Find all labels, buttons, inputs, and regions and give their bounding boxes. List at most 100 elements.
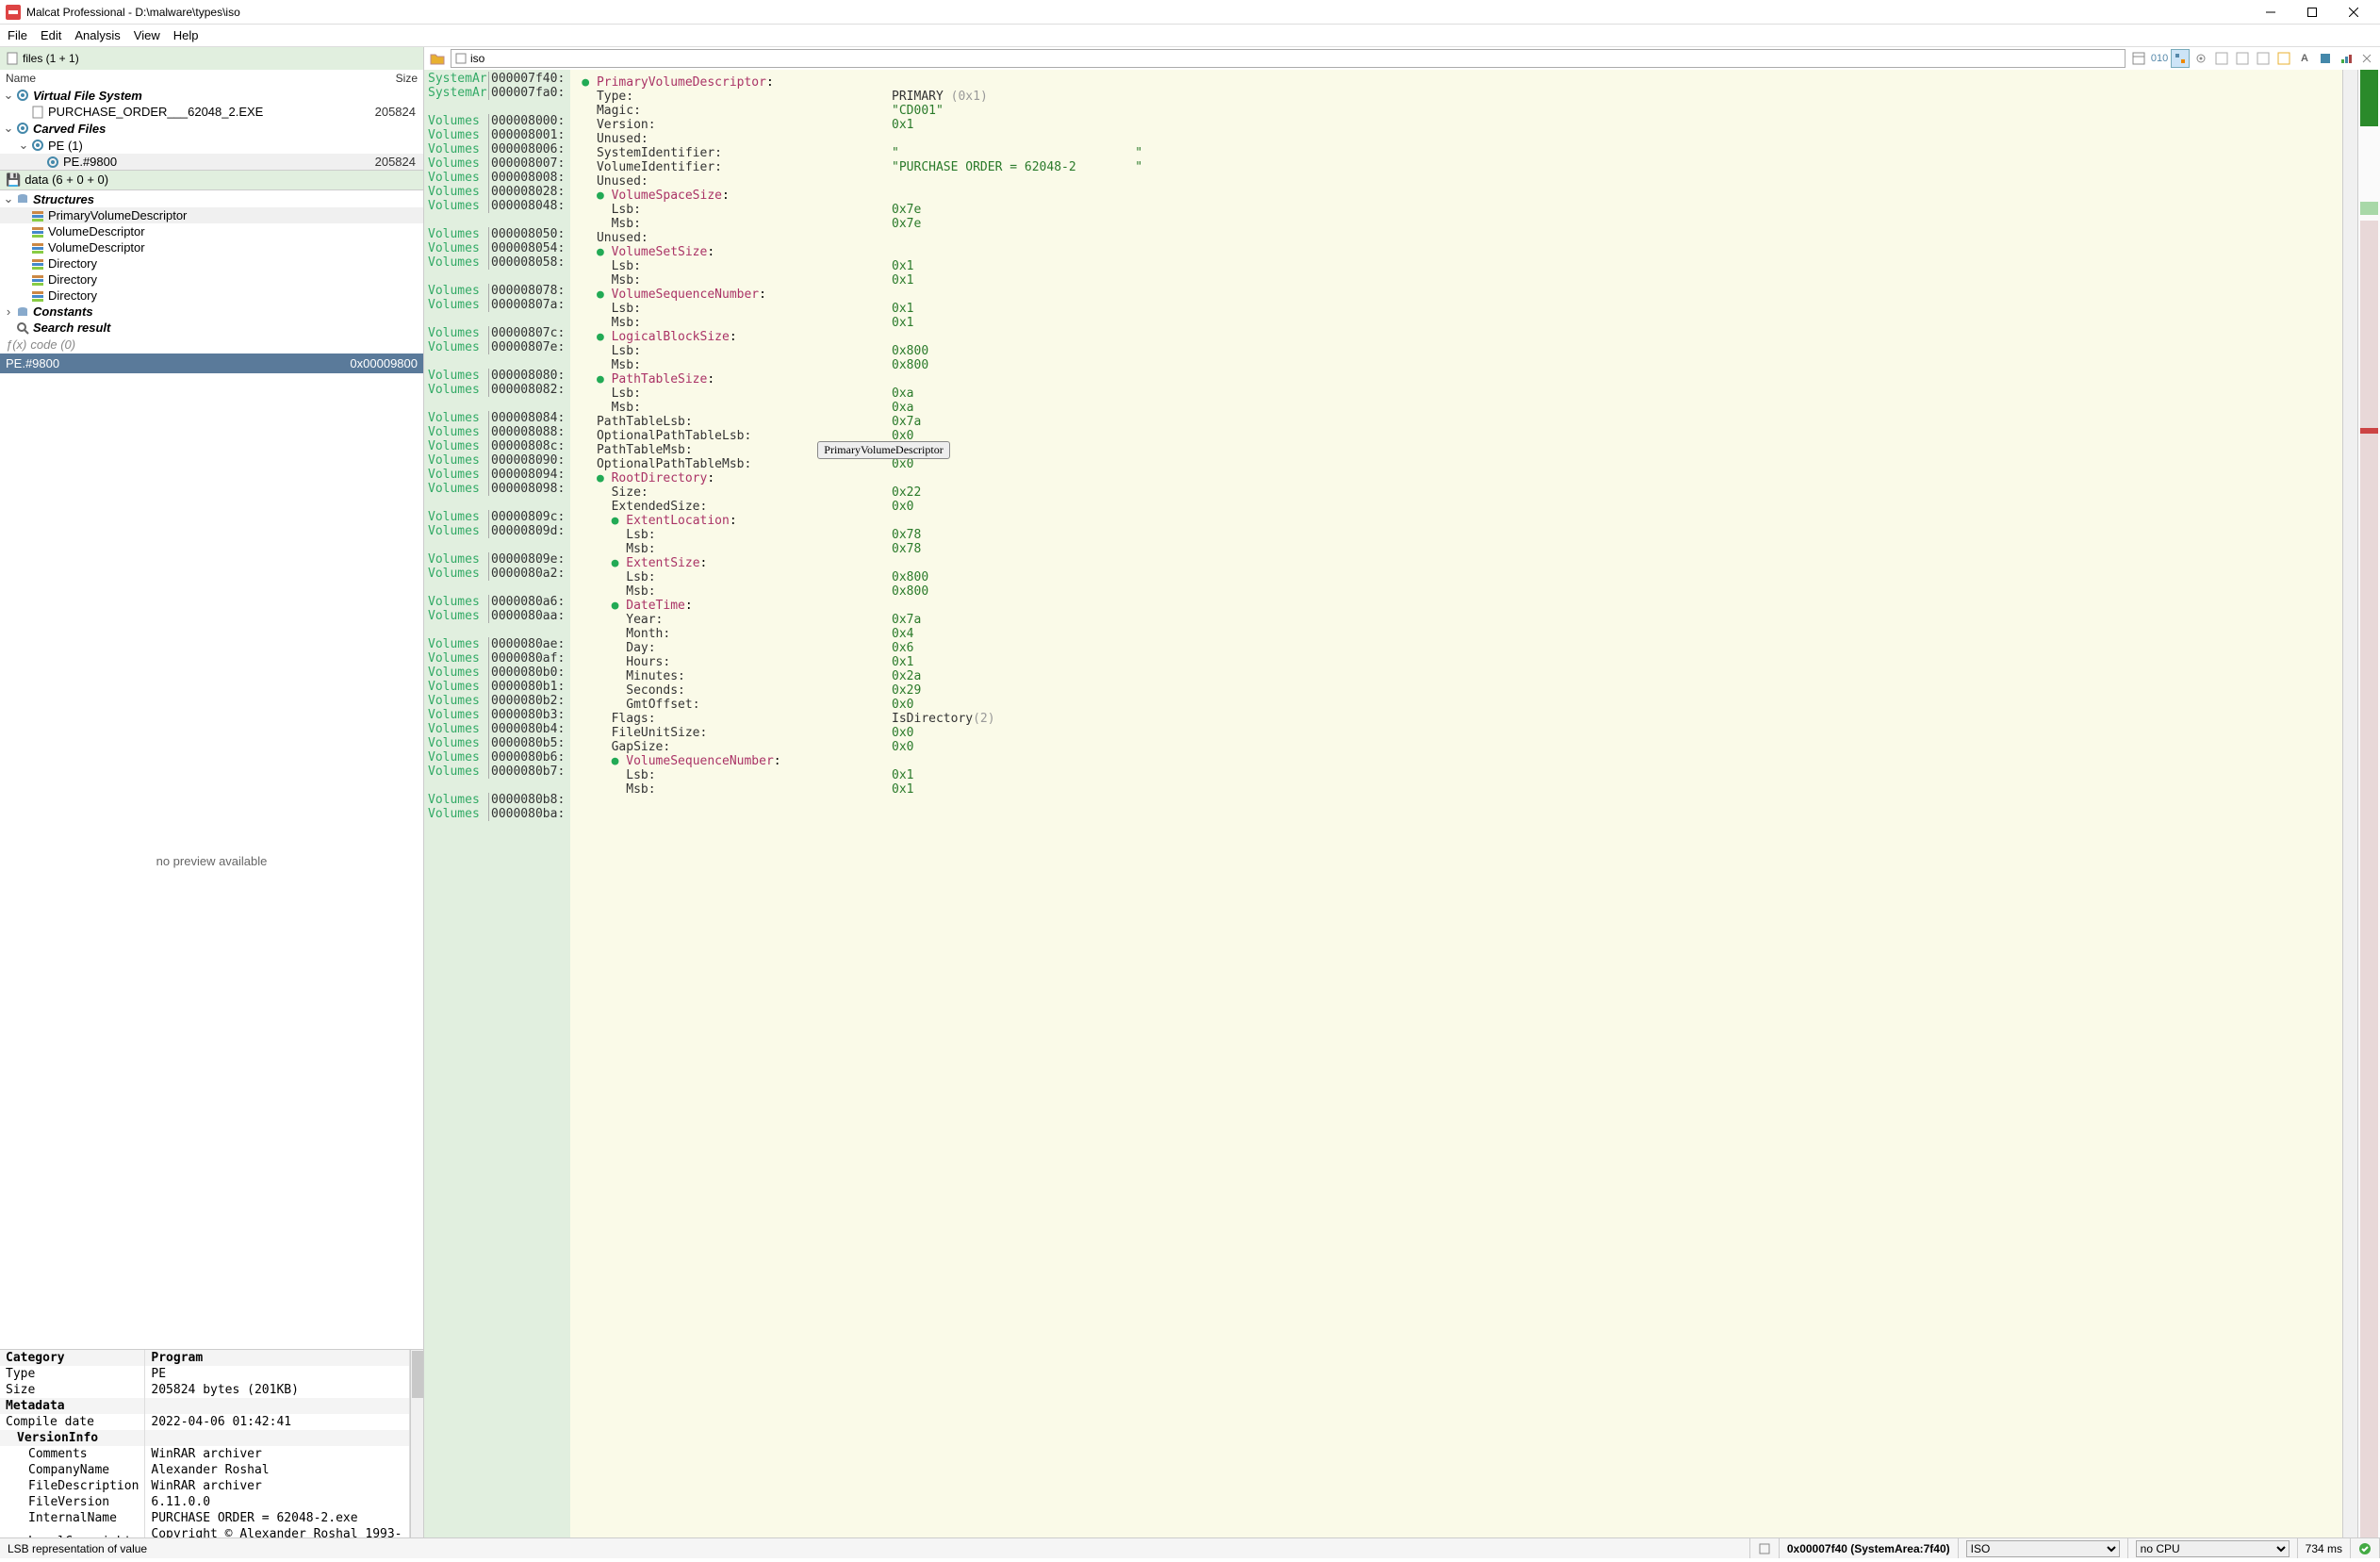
tree-item[interactable]: VolumeDescriptor — [0, 223, 423, 239]
struct-detail[interactable]: ● PrimaryVolumeDescriptor: Type: PRIMARY… — [570, 70, 2342, 1537]
struct-line[interactable]: Msb: 0x1 — [582, 782, 2331, 797]
minimize-button[interactable] — [2250, 0, 2291, 25]
struct-line[interactable]: Month: 0x4 — [582, 627, 2331, 641]
tool-strings-icon[interactable] — [2316, 49, 2335, 68]
status-format[interactable]: ISO — [1959, 1538, 2128, 1558]
minimap[interactable] — [2357, 70, 2380, 1537]
struct-line[interactable]: ● LogicalBlockSize: — [582, 330, 2331, 344]
menu-file[interactable]: File — [8, 28, 27, 42]
expander-icon[interactable]: › — [2, 304, 15, 319]
tool-view4-icon[interactable] — [2274, 49, 2293, 68]
struct-line[interactable]: Msb: 0x78 — [582, 542, 2331, 556]
struct-line[interactable]: Lsb: 0x800 — [582, 570, 2331, 584]
tree-item[interactable]: VolumeDescriptor — [0, 239, 423, 255]
struct-line[interactable]: Flags: IsDirectory(2) — [582, 712, 2331, 726]
tool-view1-icon[interactable] — [2212, 49, 2231, 68]
path-input[interactable]: iso — [451, 49, 2126, 68]
status-cpu[interactable]: no CPU — [2128, 1538, 2298, 1558]
struct-line[interactable]: ● VolumeSetSize: — [582, 245, 2331, 259]
tree-item[interactable]: PrimaryVolumeDescriptor — [0, 207, 423, 223]
tool-view2-icon[interactable] — [2233, 49, 2252, 68]
struct-line[interactable]: PathTableLsb: 0x7a — [582, 415, 2331, 429]
struct-line[interactable]: Lsb: 0xa — [582, 386, 2331, 401]
tree-item[interactable]: ⌄PE (1) — [0, 137, 423, 154]
tree-item[interactable]: ⌄Carved Files — [0, 120, 423, 137]
struct-line[interactable]: Magic: "CD001" — [582, 104, 2331, 118]
struct-line[interactable]: Lsb: 0x1 — [582, 259, 2331, 273]
struct-line[interactable]: Minutes: 0x2a — [582, 669, 2331, 683]
struct-line[interactable]: Seconds: 0x29 — [582, 683, 2331, 698]
struct-line[interactable]: FileUnitSize: 0x0 — [582, 726, 2331, 740]
struct-line[interactable]: OptionalPathTableMsb: 0x0 — [582, 457, 2331, 471]
struct-line[interactable]: Msb: 0x7e — [582, 217, 2331, 231]
menu-analysis[interactable]: Analysis — [74, 28, 120, 42]
tool-close-icon[interactable] — [2357, 49, 2376, 68]
struct-line[interactable]: Unused: — [582, 174, 2331, 189]
code-row[interactable]: ƒ(x)code (0) — [0, 336, 423, 354]
struct-line[interactable]: Msb: 0xa — [582, 401, 2331, 415]
struct-line[interactable]: Msb: 0x1 — [582, 273, 2331, 288]
menu-view[interactable]: View — [134, 28, 160, 42]
struct-line[interactable]: Msb: 0x1 — [582, 316, 2331, 330]
struct-line[interactable]: Msb: 0x800 — [582, 584, 2331, 599]
data-tree[interactable]: ⌄StructuresPrimaryVolumeDescriptorVolume… — [0, 190, 423, 336]
tool-struct-icon[interactable] — [2171, 49, 2190, 68]
menu-help[interactable]: Help — [173, 28, 199, 42]
expander-icon[interactable]: ⌄ — [2, 121, 15, 136]
tree-item[interactable]: PE.#9800205824 — [0, 154, 423, 170]
struct-line[interactable]: Type: PRIMARY (0x1) — [582, 90, 2331, 104]
status-zoom-icon[interactable] — [1750, 1538, 1780, 1558]
tool-hex-icon[interactable]: 010 — [2150, 49, 2169, 68]
tree-item[interactable]: Directory — [0, 255, 423, 271]
tree-item[interactable]: ›Constants — [0, 304, 423, 320]
detail-scrollbar[interactable] — [2342, 70, 2357, 1537]
struct-line[interactable]: ● VolumeSpaceSize: — [582, 189, 2331, 203]
struct-line[interactable]: ● ExtentLocation: — [582, 514, 2331, 528]
struct-line[interactable]: ● VolumeSequenceNumber: — [582, 754, 2331, 768]
struct-line[interactable]: Unused: — [582, 132, 2331, 146]
struct-line[interactable]: GmtOffset: 0x0 — [582, 698, 2331, 712]
expander-icon[interactable]: ⌄ — [2, 88, 15, 103]
struct-line[interactable]: Day: 0x6 — [582, 641, 2331, 655]
tree-item[interactable]: Directory — [0, 288, 423, 304]
struct-line[interactable]: ● ExtentSize: — [582, 556, 2331, 570]
file-tree[interactable]: ⌄Virtual File SystemPURCHASE_ORDER___620… — [0, 87, 423, 170]
tree-item[interactable]: PURCHASE_ORDER___62048_2.EXE205824 — [0, 104, 423, 120]
files-tab[interactable]: files (1 + 1) — [0, 47, 424, 70]
struct-line[interactable]: VolumeIdentifier: "PURCHASE ORDER = 6204… — [582, 160, 2331, 174]
tree-item[interactable]: Directory — [0, 271, 423, 288]
struct-line[interactable]: ● DateTime: — [582, 599, 2331, 613]
struct-line[interactable]: ExtendedSize: 0x0 — [582, 500, 2331, 514]
struct-line[interactable]: Year: 0x7a — [582, 613, 2331, 627]
struct-line[interactable]: PathTableMsb: PrimaryVolumeDescriptor — [582, 443, 2331, 457]
struct-line[interactable]: GapSize: 0x0 — [582, 740, 2331, 754]
struct-line[interactable]: ● VolumeSequenceNumber: — [582, 288, 2331, 302]
tree-item[interactable]: ⌄Structures — [0, 190, 423, 207]
struct-line[interactable]: Lsb: 0x800 — [582, 344, 2331, 358]
expander-icon[interactable]: ⌄ — [2, 191, 15, 206]
tool-chart-icon[interactable] — [2337, 49, 2355, 68]
expander-icon[interactable]: ⌄ — [17, 138, 30, 153]
struct-line[interactable]: Lsb: 0x1 — [582, 302, 2331, 316]
tree-item[interactable]: Search result — [0, 320, 423, 336]
tree-item[interactable]: ⌄Virtual File System — [0, 87, 423, 104]
menu-edit[interactable]: Edit — [41, 28, 61, 42]
tool-gear-icon[interactable] — [2191, 49, 2210, 68]
struct-line[interactable]: Lsb: 0x7e — [582, 203, 2331, 217]
tool-view3-icon[interactable] — [2254, 49, 2273, 68]
struct-line[interactable]: Hours: 0x1 — [582, 655, 2331, 669]
struct-line[interactable]: Size: 0x22 — [582, 485, 2331, 500]
struct-line[interactable]: Unused: — [582, 231, 2331, 245]
struct-line[interactable]: SystemIdentifier: " " — [582, 146, 2331, 160]
struct-line[interactable]: Version: 0x1 — [582, 118, 2331, 132]
tool-summary-icon[interactable] — [2129, 49, 2148, 68]
struct-line[interactable]: ● PrimaryVolumeDescriptor: — [582, 75, 2331, 90]
close-button[interactable] — [2333, 0, 2374, 25]
data-header[interactable]: 💾data (6 + 0 + 0) — [0, 170, 423, 190]
tool-text-icon[interactable]: A — [2295, 49, 2314, 68]
struct-line[interactable]: Lsb: 0x78 — [582, 528, 2331, 542]
maximize-button[interactable] — [2291, 0, 2333, 25]
struct-line[interactable]: Msb: 0x800 — [582, 358, 2331, 372]
struct-line[interactable]: Lsb: 0x1 — [582, 768, 2331, 782]
props-scrollbar[interactable] — [410, 1350, 423, 1537]
